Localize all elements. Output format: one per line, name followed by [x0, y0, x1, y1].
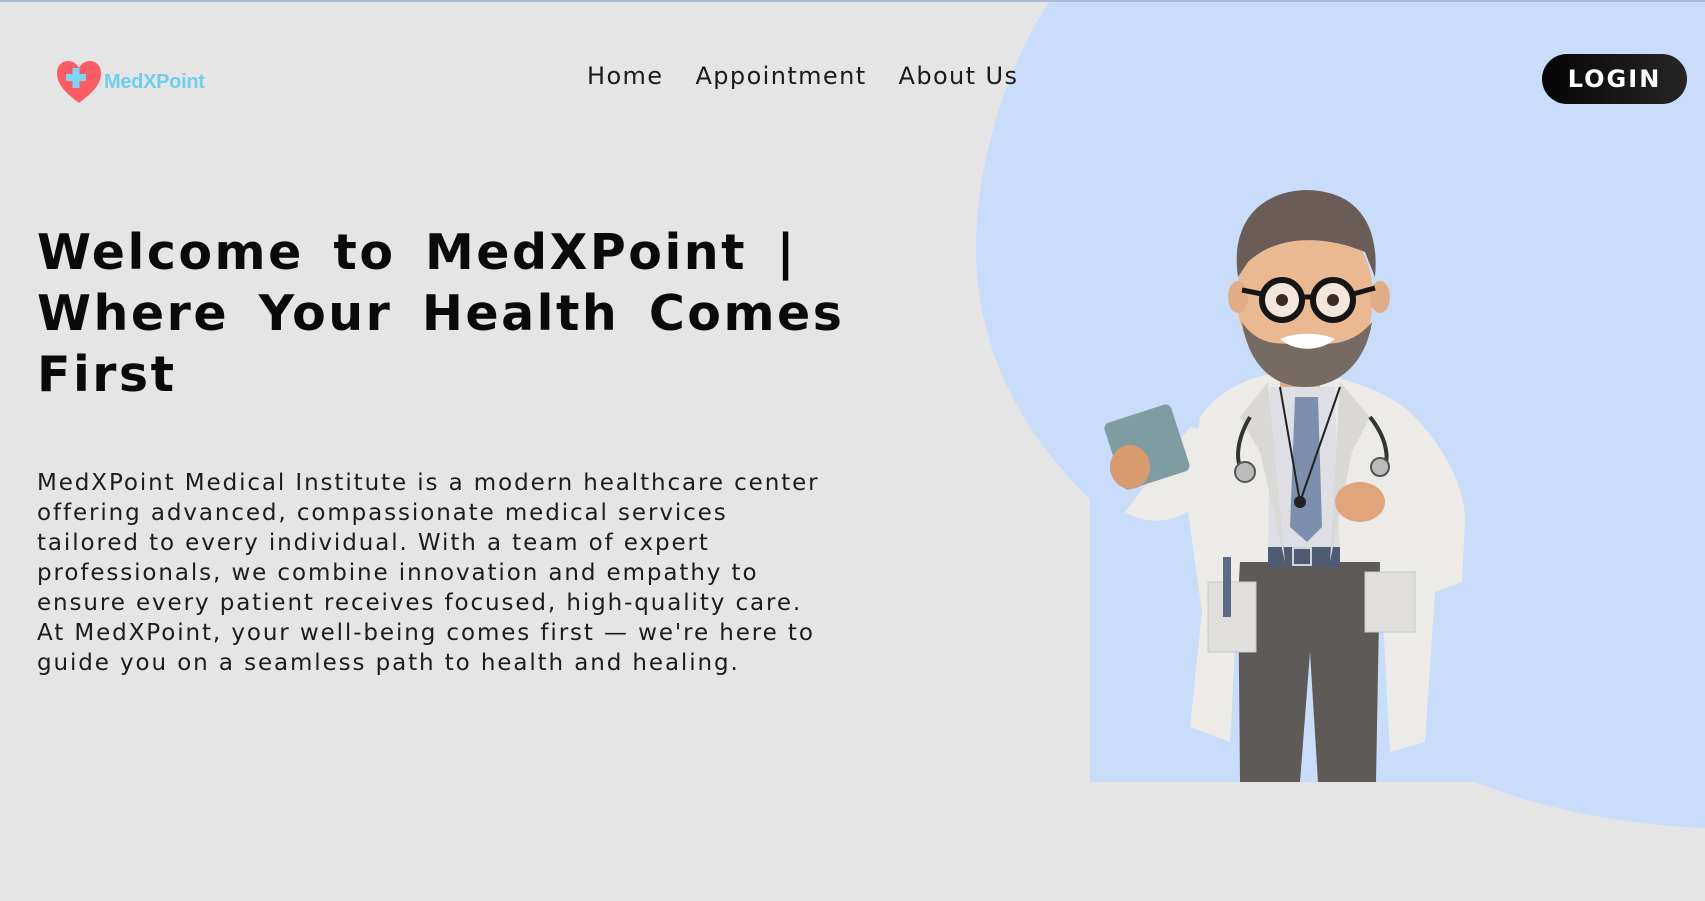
brand-name: MedXPoint [104, 70, 205, 93]
heart-cross-icon [57, 61, 101, 103]
doctor-illustration [1090, 182, 1490, 782]
brand-logo[interactable]: MedXPoint [56, 60, 205, 104]
login-button[interactable]: LOGIN [1542, 54, 1687, 104]
main-nav: Home Appointment About Us [587, 62, 1018, 90]
hero-description: MedXPoint Medical Institute is a modern … [37, 470, 820, 676]
nav-home[interactable]: Home [587, 62, 663, 90]
hero-title: Welcome to MedXPoint | Where Your Health… [37, 224, 845, 403]
nav-appointment[interactable]: Appointment [695, 62, 866, 90]
nav-about-us[interactable]: About Us [899, 62, 1019, 90]
